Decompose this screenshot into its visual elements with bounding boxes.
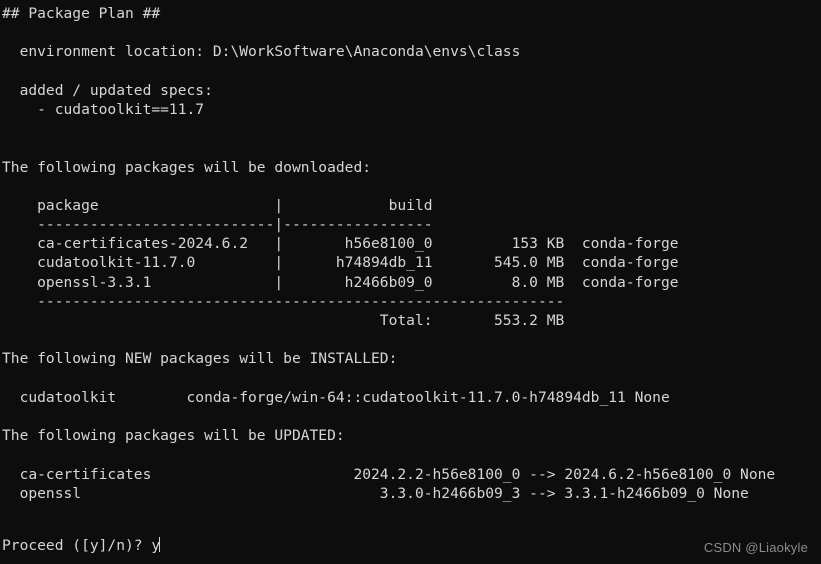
console-line: cudatoolkit conda-forge/win-64::cudatool… <box>2 388 670 406</box>
console-line: The following packages will be UPDATED: <box>2 427 345 445</box>
console-line: ## Package Plan ## <box>2 5 161 22</box>
text-cursor <box>159 537 161 552</box>
console-line: added / updated specs: <box>2 81 213 99</box>
console-line: ----------------------------------------… <box>2 292 565 310</box>
console-line: openssl 3.3.0-h2466b09_3 --> 3.3.1-h2466… <box>2 484 749 502</box>
console-line: ---------------------------|------------… <box>2 216 433 234</box>
console-line: environment location: D:\WorkSoftware\An… <box>2 43 521 61</box>
csdn-watermark: CSDN @Liaokyle <box>703 540 808 555</box>
console-line: The following packages will be downloade… <box>2 158 372 176</box>
console-line: openssl-3.3.1 | h2466b09_0 8.0 MB conda-… <box>2 273 679 291</box>
console-line: ca-certificates 2024.2.2-h56e8100_0 --> … <box>2 465 776 483</box>
console-line: The following NEW packages will be INSTA… <box>2 350 398 368</box>
proceed-prompt-line[interactable]: Proceed ([y]/n)? y <box>2 536 161 555</box>
console-line: - cudatoolkit==11.7 <box>2 100 205 118</box>
console-output: ## Package Plan ## environment location:… <box>2 4 775 522</box>
console-line: ca-certificates-2024.6.2 | h56e8100_0 15… <box>2 235 679 253</box>
console-line: package | build <box>2 196 433 214</box>
console-line: Total: 553.2 MB <box>2 312 565 329</box>
terminal-window[interactable]: ## Package Plan ## environment location:… <box>0 0 821 564</box>
proceed-prompt-label: Proceed ([y]/n)? <box>2 537 152 554</box>
console-line: cudatoolkit-11.7.0 | h74894db_11 545.0 M… <box>2 254 679 272</box>
